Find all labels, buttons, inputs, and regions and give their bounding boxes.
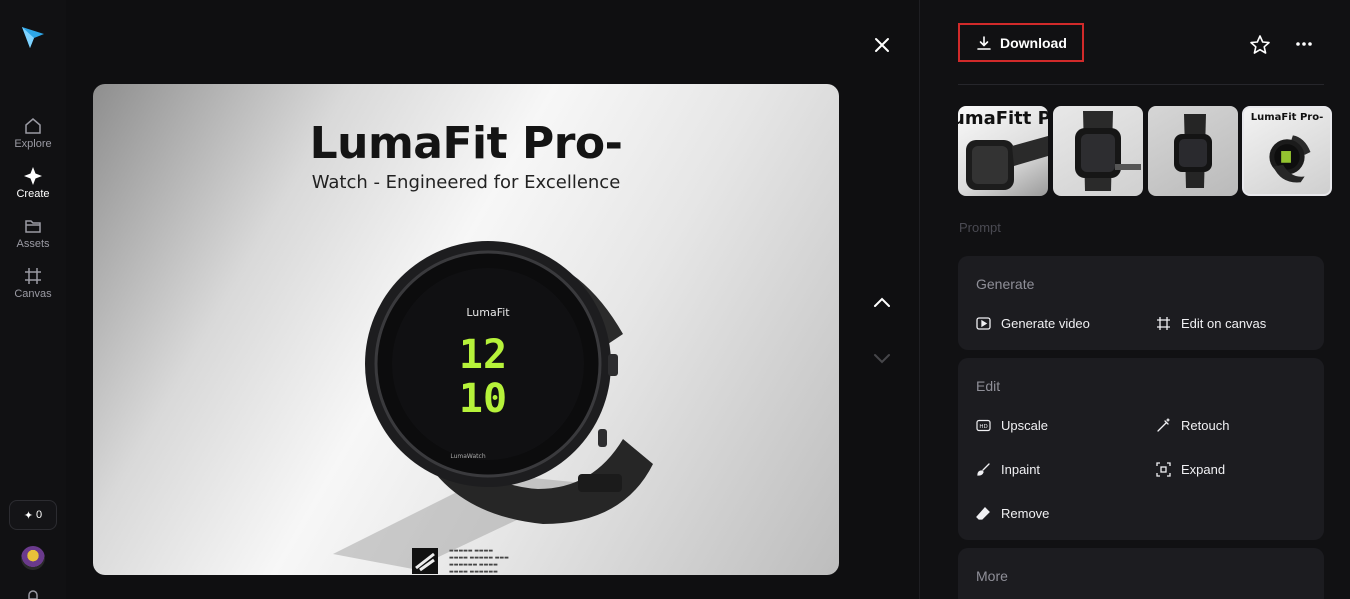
- edit-card: Edit HD Upscale Retouch Inpaint Expand R…: [958, 358, 1324, 540]
- generate-video-label: Generate video: [1001, 316, 1090, 331]
- thumbnail-3-watch: [1174, 114, 1212, 188]
- sparkle-icon: [24, 167, 42, 185]
- fine-print-block: ▬▬▬▬▬ ▬▬▬▬ ▬▬▬▬ ▬▬▬▬▬ ▬▬▬ ▬▬▬▬▬▬ ▬▬▬▬ ▬▬▬▬ …: [449, 548, 509, 575]
- nav-canvas[interactable]: Canvas: [0, 266, 66, 300]
- header-divider: [958, 84, 1324, 85]
- chevron-down-icon[interactable]: [871, 348, 893, 370]
- remove-button[interactable]: Remove: [976, 506, 1049, 521]
- retouch-label: Retouch: [1181, 418, 1230, 433]
- crop-icon: [1157, 317, 1170, 330]
- bell-icon[interactable]: [25, 588, 41, 599]
- nav-assets[interactable]: Assets: [0, 216, 66, 250]
- magic-wand-icon: [1157, 418, 1170, 432]
- more-card: More: [958, 548, 1324, 599]
- download-icon: [977, 35, 991, 50]
- generate-video-button[interactable]: Generate video: [976, 316, 1090, 331]
- expand-label: Expand: [1181, 462, 1226, 477]
- generate-card-title: Generate: [976, 276, 1035, 292]
- thumbnail-4-watch: [1269, 135, 1311, 183]
- remove-label: Remove: [1001, 506, 1050, 521]
- app-logo-icon[interactable]: [20, 24, 46, 50]
- nav-explore[interactable]: Explore: [0, 116, 66, 150]
- hd-icon: HD: [976, 419, 991, 432]
- left-rail: Explore Create Assets Canvas ✦ 0: [0, 0, 66, 599]
- nav-create-label: Create: [16, 188, 50, 200]
- edit-on-canvas-label: Edit on canvas: [1181, 316, 1267, 331]
- details-panel: Download umaFitt P LumaFit Pro- Prompt G…: [920, 0, 1350, 599]
- nav-create[interactable]: Create: [0, 166, 66, 200]
- credits-badge[interactable]: ✦ 0: [9, 500, 57, 530]
- upscale-label: Upscale: [1001, 418, 1048, 433]
- upscale-button[interactable]: HD Upscale: [976, 418, 1048, 433]
- more-options-icon[interactable]: [1294, 34, 1314, 54]
- brush-icon: [977, 463, 990, 476]
- inpaint-label: Inpaint: [1001, 462, 1041, 477]
- thumbnail-3[interactable]: [1148, 106, 1238, 196]
- canvas-icon: [25, 268, 41, 284]
- smartwatch-illustration: LumaFit 12 10 LumaWatch: [333, 241, 653, 569]
- edit-on-canvas-button[interactable]: Edit on canvas: [1156, 316, 1266, 331]
- main-image[interactable]: LumaFit Pro- Watch - Engineered for Exce…: [93, 84, 839, 575]
- nav-assets-label: Assets: [16, 238, 50, 250]
- image-viewer: LumaFit Pro- Watch - Engineered for Exce…: [66, 0, 919, 599]
- download-label: Download: [1000, 34, 1067, 51]
- play-square-icon: [976, 317, 991, 330]
- credits-sparkle-icon: ✦: [23, 509, 34, 522]
- nav-canvas-label: Canvas: [14, 288, 52, 300]
- inpaint-button[interactable]: Inpaint: [976, 462, 1040, 477]
- thumbnail-1[interactable]: umaFitt P: [958, 106, 1048, 196]
- close-icon[interactable]: [871, 34, 893, 56]
- nav-explore-label: Explore: [14, 138, 52, 150]
- brand-mark-icon: [412, 548, 438, 574]
- expand-icon: [1156, 462, 1171, 477]
- watch-time-top: 12: [459, 332, 507, 378]
- more-card-title: More: [976, 568, 1008, 584]
- thumbnail-1-watch: [966, 136, 1048, 190]
- edit-card-title: Edit: [976, 378, 1001, 394]
- avatar[interactable]: [21, 546, 45, 570]
- image-subtitle-text: Watch - Engineered for Excellence: [311, 172, 621, 193]
- credits-count: 0: [36, 509, 43, 521]
- image-title-text: LumaFit Pro-: [309, 118, 623, 169]
- thumbnail-4-selected[interactable]: LumaFit Pro-: [1242, 106, 1332, 196]
- download-button[interactable]: Download: [958, 23, 1084, 62]
- thumbnail-2[interactable]: [1053, 106, 1143, 196]
- svg-text:HD: HD: [979, 424, 987, 430]
- generate-card: Generate Generate video Edit on canvas: [958, 256, 1324, 350]
- eraser-icon: [976, 507, 990, 520]
- star-icon[interactable]: [1249, 34, 1271, 56]
- folder-icon: [25, 220, 41, 233]
- expand-button[interactable]: Expand: [1156, 462, 1225, 477]
- chevron-up-icon[interactable]: [871, 291, 893, 313]
- watch-time-bottom: 10: [459, 376, 507, 422]
- prompt-label: Prompt: [959, 220, 1001, 235]
- watch-brand-text: LumaFit: [466, 306, 510, 319]
- thumbnail-2-watch: [1075, 111, 1141, 191]
- home-icon: [25, 118, 41, 134]
- watch-bottom-text: LumaWatch: [450, 453, 485, 460]
- retouch-button[interactable]: Retouch: [1156, 418, 1229, 433]
